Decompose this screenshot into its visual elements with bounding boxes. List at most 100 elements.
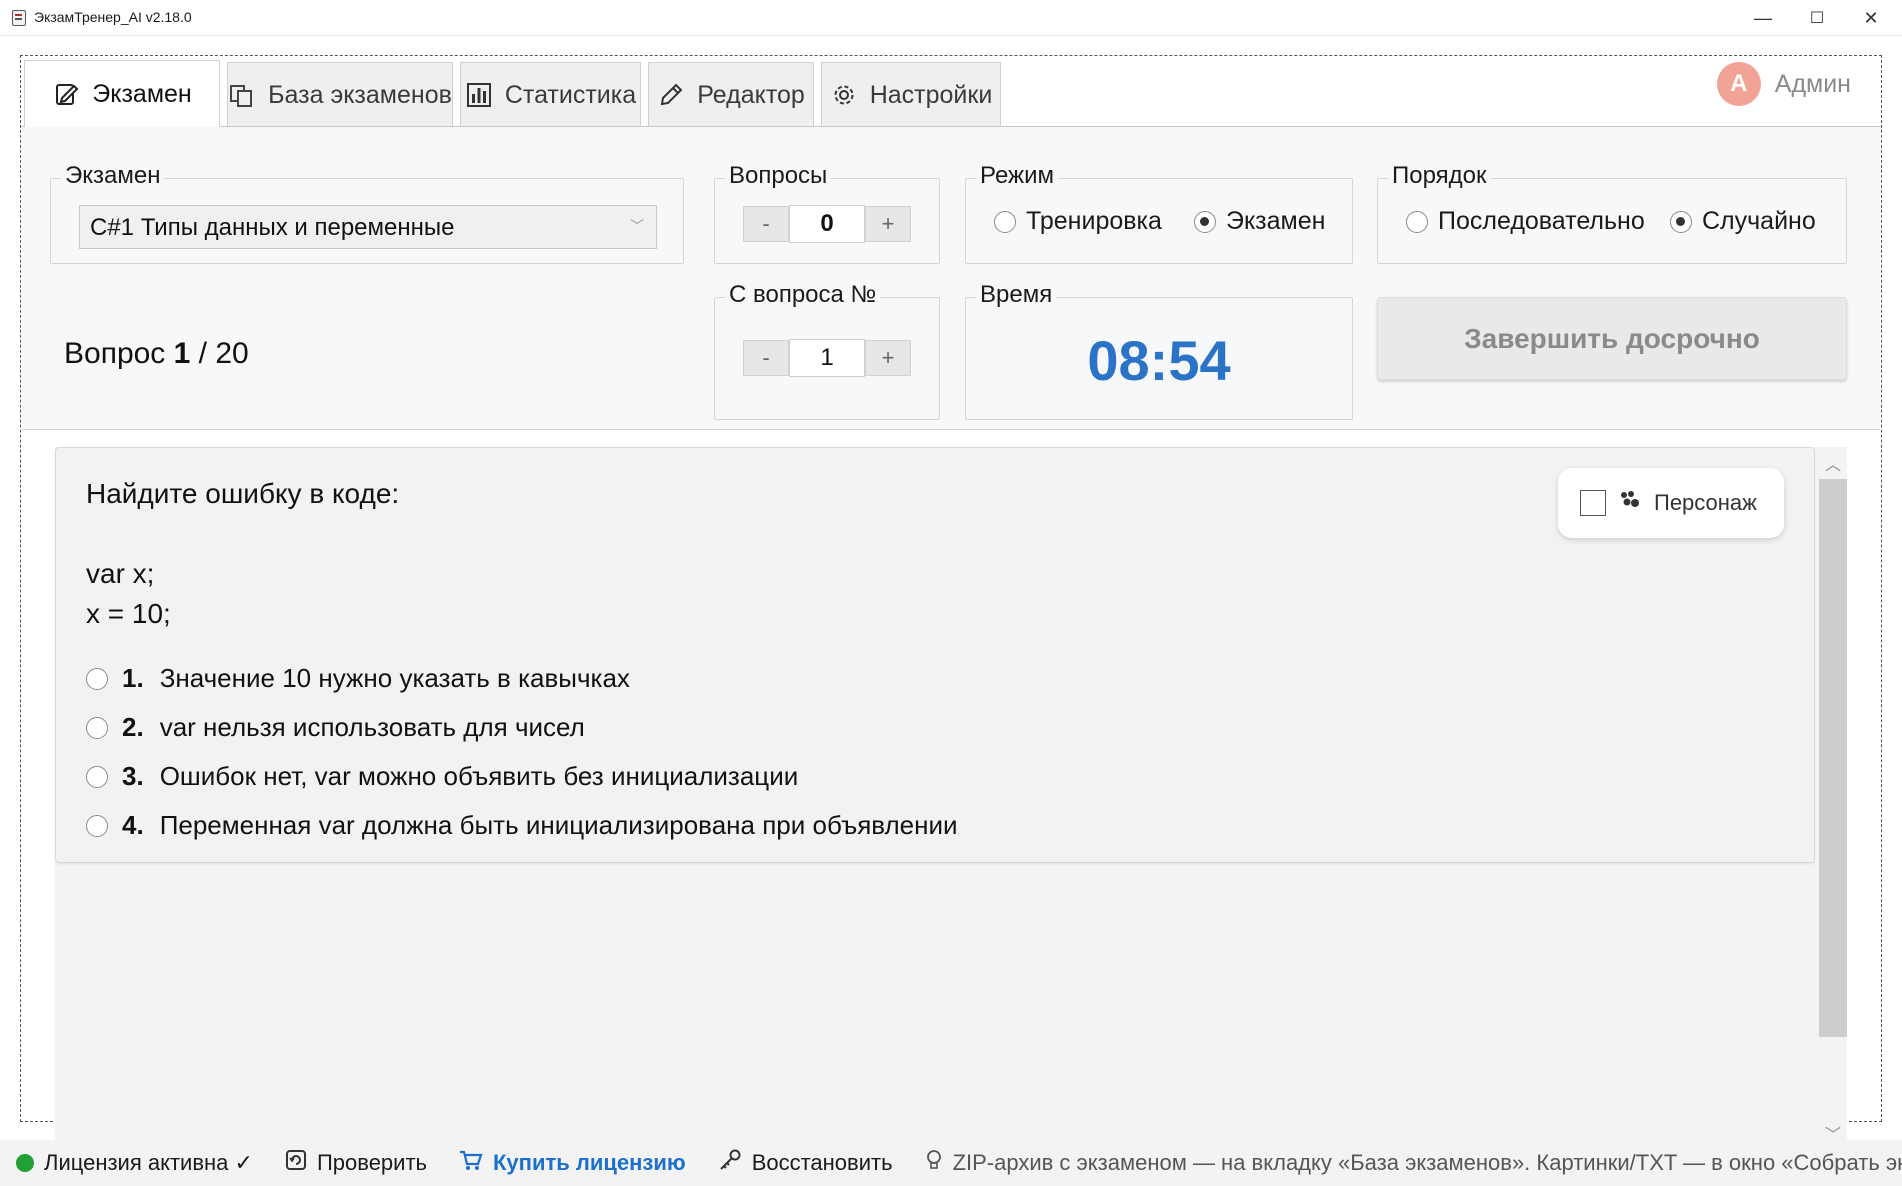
tab-strip: Экзамен База экзаменов Статистика Редакт… bbox=[21, 56, 1881, 127]
mode-label: Режим bbox=[976, 162, 1058, 190]
restore-license-label: Восстановить bbox=[751, 1150, 893, 1175]
question-card: Найдите ошибку в коде: var x; x = 10; 1.… bbox=[55, 447, 1815, 863]
license-status-dot bbox=[16, 1154, 34, 1172]
order-sequential-label: Последовательно bbox=[1438, 207, 1645, 235]
user-profile[interactable]: A Админ bbox=[1716, 62, 1851, 106]
answer-option-2[interactable]: 2. var нельзя использовать для чисел bbox=[86, 703, 958, 752]
questions-count-stepper: - 0 + bbox=[743, 205, 911, 243]
hint-area: ZIP-архив с экзаменом — на вкладку «База… bbox=[909, 1149, 1902, 1177]
questions-count-group: Вопросы - 0 + bbox=[714, 162, 940, 264]
persona-label: Персонаж bbox=[1654, 490, 1757, 515]
answer-3-text: Ошибок нет, var можно объявить без иници… bbox=[159, 761, 799, 791]
scroll-up-icon[interactable]: ︿ bbox=[1819, 449, 1847, 477]
tab-settings-label: Настройки bbox=[869, 80, 993, 109]
start-from-decrement-button[interactable]: - bbox=[743, 340, 789, 376]
time-group: Время 08:54 bbox=[965, 281, 1353, 420]
mode-training-label: Тренировка bbox=[1026, 207, 1162, 235]
answer-2-radio[interactable] bbox=[86, 716, 108, 739]
start-from-label: С вопроса № bbox=[725, 281, 881, 309]
order-sequential-radio[interactable] bbox=[1406, 210, 1428, 233]
tab-statistics[interactable]: Статистика bbox=[460, 62, 641, 127]
answer-option-4[interactable]: 4. Переменная var должна быть инициализи… bbox=[86, 801, 958, 850]
order-option-sequential[interactable]: Последовательно bbox=[1406, 207, 1645, 236]
time-label: Время bbox=[976, 281, 1057, 309]
gear-icon bbox=[830, 81, 858, 109]
hint-text: ZIP-архив с экзаменом — на вкладку «База… bbox=[952, 1150, 1902, 1175]
exam-select[interactable]: C#1 Типы данных и переменные ﹀ bbox=[79, 205, 657, 249]
mode-training-radio[interactable] bbox=[994, 210, 1016, 233]
exam-group-label: Экзамен bbox=[61, 162, 165, 190]
mode-option-training[interactable]: Тренировка bbox=[994, 207, 1162, 236]
answer-1-text: Значение 10 нужно указать в кавычках bbox=[159, 663, 630, 693]
answer-option-1[interactable]: 1. Значение 10 нужно указать в кавычках bbox=[86, 654, 958, 703]
answer-3-number: 3. bbox=[122, 761, 144, 791]
avatar: A bbox=[1716, 62, 1761, 106]
start-from-input[interactable]: 1 bbox=[789, 339, 865, 377]
user-name: Админ bbox=[1774, 69, 1851, 98]
question-counter-prefix: Вопрос bbox=[64, 337, 166, 370]
start-from-group: С вопроса № - 1 + bbox=[714, 281, 940, 420]
title-bar: ЭкзамТренер_AI v2.18.0 — ☐ ✕ bbox=[0, 0, 1902, 36]
restore-license-button[interactable]: Восстановить bbox=[702, 1149, 909, 1177]
tab-editor[interactable]: Редактор bbox=[648, 62, 814, 127]
finish-early-button[interactable]: Завершить досрочно bbox=[1377, 297, 1847, 380]
questions-decrement-button[interactable]: - bbox=[743, 206, 789, 242]
order-random-label: Случайно bbox=[1702, 207, 1816, 235]
questions-increment-button[interactable]: + bbox=[865, 206, 911, 242]
tab-exam-label: Экзамен bbox=[92, 79, 192, 108]
chevron-down-icon: ﹀ bbox=[630, 218, 644, 234]
answer-1-radio[interactable] bbox=[86, 667, 108, 690]
paw-icon bbox=[1618, 490, 1642, 516]
exam-controls-panel: Экзамен C#1 Типы данных и переменные ﹀ В… bbox=[22, 127, 1880, 430]
minimize-button[interactable]: — bbox=[1736, 0, 1790, 36]
main-window: Экзамен База экзаменов Статистика Редакт… bbox=[20, 55, 1882, 1160]
close-button[interactable]: ✕ bbox=[1844, 0, 1898, 36]
mode-exam-radio[interactable] bbox=[1194, 210, 1216, 233]
key-icon bbox=[718, 1149, 742, 1177]
question-text: Найдите ошибку в коде: var x; x = 10; bbox=[86, 478, 400, 629]
tab-exam-base[interactable]: База экзаменов bbox=[227, 62, 453, 127]
questions-count-label: Вопросы bbox=[725, 162, 832, 190]
persona-checkbox[interactable] bbox=[1580, 490, 1606, 516]
copy-files-icon bbox=[228, 81, 256, 109]
exam-group: Экзамен C#1 Типы данных и переменные ﹀ bbox=[50, 162, 684, 264]
question-scrollbar[interactable]: ︿ ﹀ bbox=[1815, 447, 1847, 1160]
scroll-thumb[interactable] bbox=[1819, 479, 1847, 1037]
questions-count-input[interactable]: 0 bbox=[789, 205, 865, 243]
answer-option-3[interactable]: 3. Ошибок нет, var можно объявить без ин… bbox=[86, 752, 958, 801]
check-license-button[interactable]: Проверить bbox=[269, 1149, 443, 1177]
tab-settings[interactable]: Настройки bbox=[821, 62, 1001, 127]
answers-list: 1. Значение 10 нужно указать в кавычках … bbox=[86, 654, 958, 850]
license-status-text: Лицензия активна ✓ bbox=[44, 1150, 253, 1175]
tab-editor-label: Редактор bbox=[697, 80, 805, 109]
answer-1-number: 1. bbox=[122, 663, 144, 693]
question-counter: Вопрос 1 / 20 bbox=[64, 337, 249, 371]
edit-document-icon bbox=[52, 80, 80, 108]
window-title: ЭкзамТренер_AI v2.18.0 bbox=[34, 9, 192, 25]
tab-exam-base-label: База экзаменов bbox=[268, 80, 452, 109]
mode-exam-label: Экзамен bbox=[1226, 207, 1326, 235]
timer-display: 08:54 bbox=[1087, 329, 1231, 392]
start-from-increment-button[interactable]: + bbox=[865, 340, 911, 376]
persona-toggle[interactable]: Персонаж bbox=[1558, 468, 1784, 538]
mode-option-exam[interactable]: Экзамен bbox=[1194, 207, 1325, 236]
lightbulb-icon bbox=[925, 1149, 943, 1177]
maximize-button[interactable]: ☐ bbox=[1790, 0, 1844, 36]
tab-exam[interactable]: Экзамен bbox=[24, 60, 220, 127]
order-random-radio[interactable] bbox=[1670, 210, 1692, 233]
buy-license-label: Купить лицензию bbox=[493, 1150, 686, 1175]
answer-3-radio[interactable] bbox=[86, 765, 108, 788]
status-bar: Лицензия активна ✓ Проверить Купить лице… bbox=[0, 1140, 1902, 1186]
answer-4-radio[interactable] bbox=[86, 814, 108, 837]
answer-2-text: var нельзя использовать для чисел bbox=[159, 712, 585, 742]
pencil-icon bbox=[657, 81, 685, 109]
bar-chart-icon bbox=[465, 81, 493, 109]
tab-statistics-label: Статистика bbox=[504, 80, 637, 109]
order-option-random[interactable]: Случайно bbox=[1670, 207, 1816, 236]
question-counter-separator: / bbox=[190, 337, 216, 370]
refresh-icon bbox=[285, 1149, 307, 1177]
app-icon bbox=[12, 10, 26, 26]
buy-license-link[interactable]: Купить лицензию bbox=[443, 1149, 702, 1177]
answer-2-number: 2. bbox=[122, 712, 144, 742]
answer-4-text: Переменная var должна быть инициализиров… bbox=[159, 810, 958, 840]
